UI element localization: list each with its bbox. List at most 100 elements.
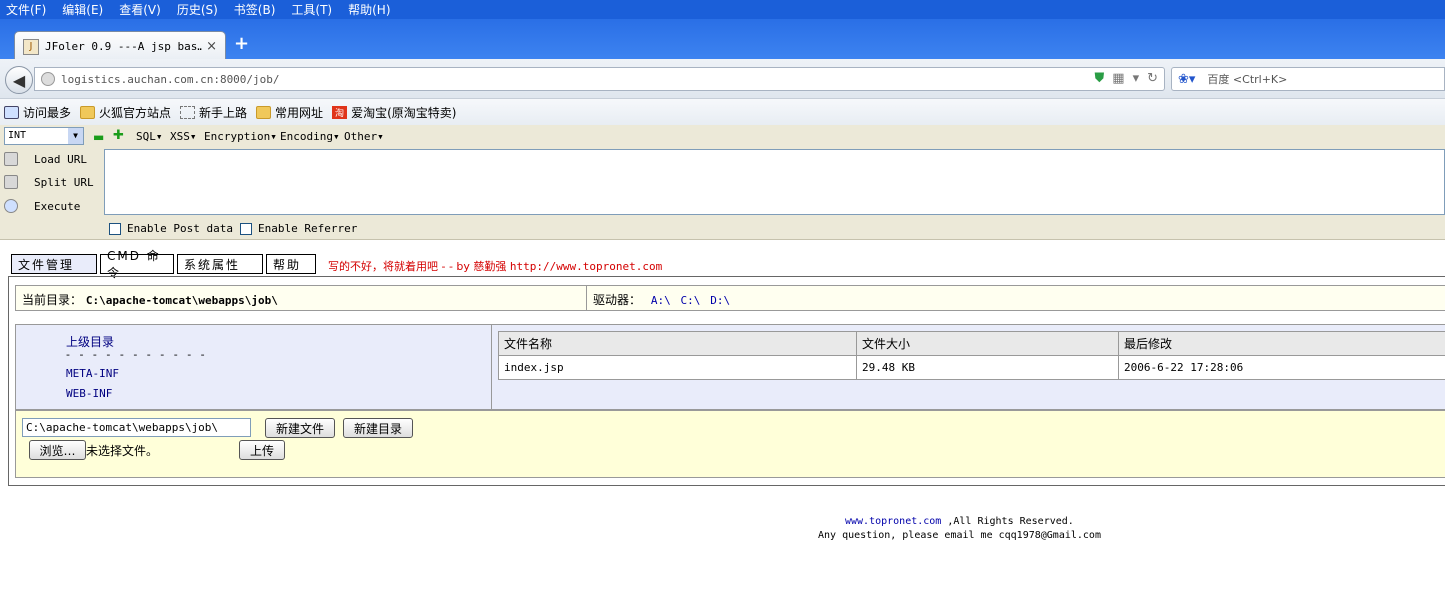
hackbar-menu-encoding[interactable]: Encoding▾ xyxy=(280,130,340,143)
tab-file-manager[interactable]: 文件管理 xyxy=(11,254,97,274)
tab-cmd[interactable]: CMD 命令 xyxy=(100,249,174,280)
current-directory-label: 当前目录： xyxy=(22,293,83,307)
url-bar[interactable]: logistics.auchan.com.cn:8000/job/ ⛊ ▦ ▾ … xyxy=(34,67,1165,91)
tab-system-properties[interactable]: 系统属性 xyxy=(177,254,263,274)
split-url-button[interactable]: Split URL xyxy=(4,175,94,189)
browse-button[interactable]: 浏览… xyxy=(29,440,86,460)
shield-icon[interactable]: ⛊ xyxy=(1095,71,1105,86)
enable-referrer-checkbox[interactable]: Enable Referrer xyxy=(240,222,357,235)
bookmark-most-visited[interactable]: 访问最多 xyxy=(4,104,71,121)
drives: 驱动器： A:\ C:\ D:\ xyxy=(587,286,736,310)
folder-icon xyxy=(256,105,272,119)
drive-d-link[interactable]: D:\ xyxy=(710,294,730,307)
bookmark-aitaobao[interactable]: 淘爱淘宝(原淘宝特卖) xyxy=(332,104,456,121)
table-row: index.jsp 29.48 KB 2006-6-22 17:28:06 xyxy=(498,355,1445,380)
menu-tools[interactable]: 工具(T) xyxy=(291,1,332,18)
menu-file[interactable]: 文件(F) xyxy=(6,1,46,18)
drive-a-link[interactable]: A:\ xyxy=(651,294,671,307)
hackbar-menu-other[interactable]: Other▾ xyxy=(344,130,384,143)
browser-tab[interactable]: J JFoler 0.9 ---A jsp bas… × xyxy=(14,31,226,61)
menu-edit[interactable]: 编辑(E) xyxy=(62,1,103,18)
file-table: 文件名称 文件大小 最后修改 index.jsp 29.48 KB 2006-6… xyxy=(498,331,1445,380)
action-label: Execute xyxy=(34,199,81,213)
bookmark-label: 爱淘宝(原淘宝特卖) xyxy=(351,105,457,120)
navigation-bar: ◀ logistics.auchan.com.cn:8000/job/ ⛊ ▦ … xyxy=(0,59,1445,99)
dropdown-icon[interactable]: ▾ xyxy=(1133,71,1140,86)
search-icon xyxy=(4,105,19,119)
action-label: Split URL xyxy=(34,175,94,189)
directory-link-meta-inf[interactable]: META-INF xyxy=(66,367,119,380)
search-bar[interactable]: ❀▾ 百度 <Ctrl+K> xyxy=(1171,67,1445,91)
bookmark-getting-started[interactable]: 新手上路 xyxy=(180,104,247,121)
footer-copyright: www.topronet.com ,All Rights Reserved. xyxy=(845,516,1074,527)
bookmark-firefox-site[interactable]: 火狐官方站点 xyxy=(80,104,171,121)
qr-code-icon[interactable]: ▦ xyxy=(1112,71,1124,86)
checkbox-box[interactable] xyxy=(240,222,252,235)
new-tab-button[interactable]: + xyxy=(234,33,249,54)
minus-icon[interactable]: ▬ xyxy=(93,130,104,144)
current-directory-row: 当前目录： C:\apache-tomcat\webapps\job\ 驱动器：… xyxy=(15,285,1445,311)
checkbox-label: Enable Post data xyxy=(127,222,233,235)
drives-label: 驱动器： xyxy=(593,293,642,307)
page-icon xyxy=(180,105,196,119)
column-header-size: 文件大小 xyxy=(856,331,1119,356)
select-value: INT xyxy=(8,130,27,141)
bookmark-label: 新手上路 xyxy=(199,105,248,120)
url-text: logistics.auchan.com.cn:8000/job/ xyxy=(61,72,280,86)
back-button[interactable]: ◀ xyxy=(5,66,33,94)
baidu-paw-icon[interactable]: ❀▾ xyxy=(1178,72,1195,87)
chevron-down-icon: ▼ xyxy=(68,128,83,144)
hackbar-url-textarea[interactable] xyxy=(104,149,1445,215)
path-input[interactable]: C:\apache-tomcat\webapps\job\ xyxy=(22,418,251,437)
checkbox-box[interactable] xyxy=(109,222,121,235)
directory-pane: 上级目录 - - - - - - - - - - - META-INF WEB-… xyxy=(16,325,492,409)
hackbar-toolbar: INT ▼ ▬ ✚ SQL▾ XSS▾ Encryption▾ Encoding… xyxy=(0,125,1445,240)
file-name-cell[interactable]: index.jsp xyxy=(498,355,857,380)
drive-c-link[interactable]: C:\ xyxy=(681,294,701,307)
execute-button[interactable]: Execute xyxy=(4,199,80,213)
menu-help[interactable]: 帮助(H) xyxy=(348,1,390,18)
hackbar-menu-encryption[interactable]: Encryption▾ xyxy=(204,130,277,143)
menu-history[interactable]: 历史(S) xyxy=(177,1,218,18)
table-header-row: 文件名称 文件大小 最后修改 xyxy=(498,331,1445,356)
menu-bar: 文件(F) 编辑(E) 查看(V) 历史(S) 书签(B) 工具(T) 帮助(H… xyxy=(0,0,1445,19)
slogan: 写的不好，将就着用吧 - - by 慈勤强 http://www.toprone… xyxy=(328,258,662,274)
slogan-url[interactable]: http://www.topronet.com xyxy=(510,260,662,273)
load-url-button[interactable]: Load URL xyxy=(4,152,87,166)
reload-icon[interactable]: ↻ xyxy=(1147,71,1158,86)
split-url-icon xyxy=(4,175,18,189)
bookmark-common-sites[interactable]: 常用网址 xyxy=(256,104,323,121)
globe-icon xyxy=(41,72,55,86)
checkbox-label: Enable Referrer xyxy=(258,222,358,235)
bookmark-label: 访问最多 xyxy=(23,105,72,120)
hackbar-type-select[interactable]: INT ▼ xyxy=(4,127,84,145)
directory-separator: - - - - - - - - - - - xyxy=(66,348,208,361)
upload-row: C:\apache-tomcat\webapps\job\ 新建文件 新建目录 … xyxy=(15,410,1445,478)
bookmark-label: 火狐官方站点 xyxy=(99,105,172,120)
column-header-modified: 最后修改 xyxy=(1118,331,1445,356)
tab-help[interactable]: 帮助 xyxy=(266,254,316,274)
directory-link-web-inf[interactable]: WEB-INF xyxy=(66,387,112,400)
close-tab-icon[interactable]: × xyxy=(206,39,217,54)
new-directory-button[interactable]: 新建目录 xyxy=(343,418,413,438)
menu-view[interactable]: 查看(V) xyxy=(119,1,161,18)
no-file-selected-text: 未选择文件。 xyxy=(86,444,159,458)
hackbar-menu-xss[interactable]: XSS▾ xyxy=(170,130,197,143)
enable-post-data-checkbox[interactable]: Enable Post data xyxy=(109,222,233,235)
plus-icon[interactable]: ✚ xyxy=(113,128,124,143)
new-file-button[interactable]: 新建文件 xyxy=(265,418,335,438)
file-size-cell: 29.48 KB xyxy=(856,355,1119,380)
bookmark-label: 常用网址 xyxy=(275,105,324,120)
upload-button[interactable]: 上传 xyxy=(239,440,285,460)
file-pane: 文件名称 文件大小 最后修改 index.jsp 29.48 KB 2006-6… xyxy=(492,325,1445,409)
folder-icon xyxy=(80,105,96,119)
load-url-icon xyxy=(4,152,18,166)
menu-bookmarks[interactable]: 书签(B) xyxy=(234,1,276,18)
execute-icon xyxy=(4,199,18,213)
page-content: 文件管理 CMD 命令 系统属性 帮助 写的不好，将就着用吧 - - by 慈勤… xyxy=(0,240,1445,601)
favicon-icon: J xyxy=(23,38,39,55)
footer-site-link[interactable]: www.topronet.com xyxy=(845,516,941,527)
hackbar-menu-sql[interactable]: SQL▾ xyxy=(136,130,163,143)
current-directory: 当前目录： C:\apache-tomcat\webapps\job\ xyxy=(16,286,587,310)
column-header-name: 文件名称 xyxy=(498,331,857,356)
